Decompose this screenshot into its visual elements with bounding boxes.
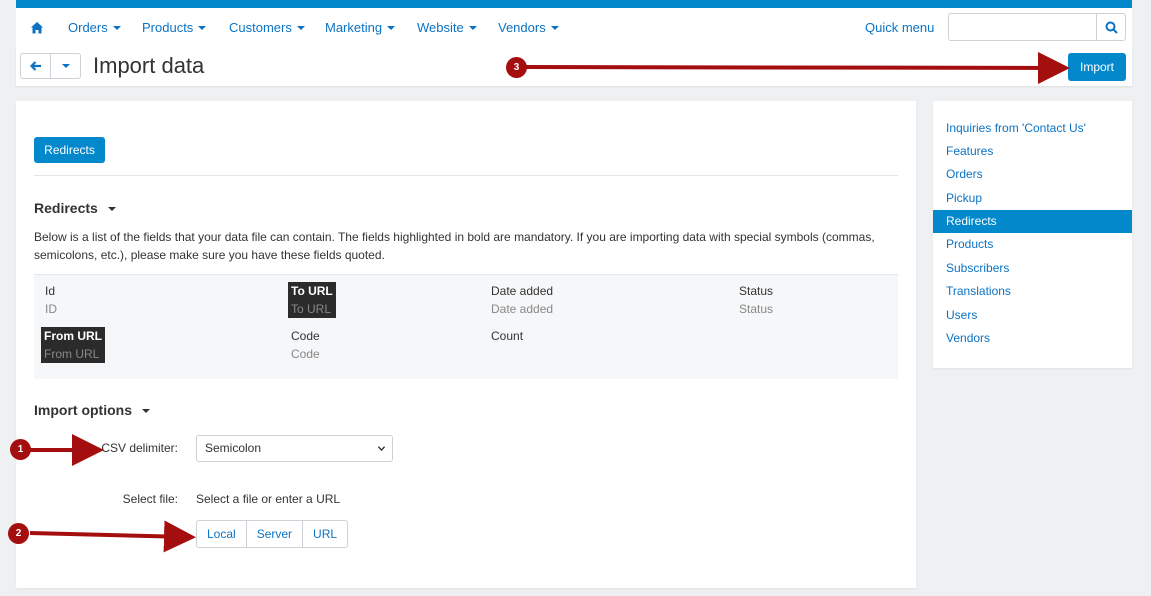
field-item-mandatory: To URL To URL: [288, 282, 336, 318]
annotation-marker-2: 2: [8, 523, 29, 544]
top-accent-strip: [16, 0, 1132, 8]
nav-website-label: Website: [417, 20, 464, 35]
caret-down-icon: [198, 26, 207, 30]
field-name: Date added: [491, 284, 554, 298]
field-sub: Status: [739, 302, 774, 316]
caret-down-icon: [142, 409, 150, 413]
sidebar-item-users[interactable]: Users: [933, 304, 1132, 327]
import-options-toggle[interactable]: Import options: [34, 402, 150, 418]
sidebar-item-products[interactable]: Products: [933, 233, 1132, 256]
field-name: Count: [491, 329, 524, 343]
top-nav-bar: Orders Products Customers Marketing Webs…: [16, 8, 1132, 49]
field-sub: ID: [45, 302, 57, 316]
nav-customers[interactable]: Customers: [229, 20, 305, 35]
chevron-down-icon: [378, 446, 385, 452]
nav-marketing[interactable]: Marketing: [325, 20, 396, 35]
field-item: Code Code: [291, 327, 320, 363]
nav-customers-label: Customers: [229, 20, 292, 35]
caret-down-icon: [61, 64, 70, 68]
field-item-mandatory: From URL From URL: [41, 327, 105, 363]
nav-products[interactable]: Products: [142, 20, 207, 35]
url-button[interactable]: URL: [302, 520, 349, 548]
fields-description: Below is a list of the fields that your …: [34, 230, 875, 262]
main-panel: Redirects Redirects Below is a list of t…: [16, 101, 916, 588]
sidebar-item-features[interactable]: Features: [933, 140, 1132, 163]
sidebar: Inquiries from 'Contact Us' Features Ord…: [933, 101, 1132, 368]
csv-delimiter-value: Semicolon: [205, 441, 262, 455]
field-item: Status Status: [739, 282, 773, 318]
page-title: Import data: [93, 53, 205, 78]
fields-section-toggle[interactable]: Redirects: [34, 200, 116, 216]
caret-down-icon: [387, 26, 396, 30]
field-sub: Date added: [491, 302, 554, 316]
import-options-title: Import options: [34, 402, 132, 418]
sidebar-item-subscribers[interactable]: Subscribers: [933, 257, 1132, 280]
field-name: Code: [291, 329, 320, 343]
field-name: To URL: [291, 284, 333, 298]
caret-down-icon: [296, 26, 305, 30]
annotation-marker-3: 3: [506, 57, 527, 78]
local-button[interactable]: Local: [196, 520, 247, 548]
quick-menu-link[interactable]: Quick menu: [865, 20, 934, 35]
file-source-buttons: Local Server URL: [196, 520, 349, 548]
divider: [34, 175, 898, 176]
sidebar-item-redirects[interactable]: Redirects: [933, 210, 1132, 233]
nav-vendors-label: Vendors: [498, 20, 546, 35]
back-button[interactable]: [20, 53, 51, 79]
caret-down-icon: [550, 26, 559, 30]
field-sub: Code: [291, 347, 320, 361]
nav-website[interactable]: Website: [417, 20, 477, 35]
field-name: Status: [739, 284, 774, 298]
nav-vendors[interactable]: Vendors: [498, 20, 559, 35]
home-icon[interactable]: [30, 21, 44, 35]
select-file-label: Select file:: [122, 492, 178, 506]
field-sub: To URL: [291, 302, 332, 316]
sidebar-item-vendors[interactable]: Vendors: [933, 327, 1132, 350]
nav-orders-label: Orders: [68, 20, 108, 35]
search-icon: [1105, 21, 1118, 34]
import-button[interactable]: Import: [1068, 53, 1126, 81]
caret-down-icon: [468, 26, 477, 30]
field-name: Id: [45, 284, 56, 298]
server-button[interactable]: Server: [245, 520, 304, 548]
csv-delimiter-select[interactable]: Semicolon: [196, 435, 393, 462]
sidebar-item-orders[interactable]: Orders: [933, 163, 1132, 186]
field-item: Count: [491, 327, 523, 345]
field-name: From URL: [44, 329, 102, 343]
csv-delimiter-label: CSV delimiter:: [101, 441, 178, 455]
caret-down-icon: [107, 207, 116, 211]
tab-redirects[interactable]: Redirects: [34, 137, 105, 163]
field-item: Id ID: [45, 282, 57, 318]
mandatory-badge: From URL From URL: [41, 327, 105, 363]
field-sub: From URL: [44, 347, 100, 361]
nav-products-label: Products: [142, 20, 194, 35]
sidebar-item-pickup[interactable]: Pickup: [933, 187, 1132, 210]
history-dropdown-button[interactable]: [50, 53, 81, 79]
sidebar-item-translations[interactable]: Translations: [933, 280, 1132, 303]
annotation-marker-1: 1: [10, 439, 31, 460]
fields-section-title: Redirects: [34, 200, 98, 216]
field-item: Date added Date added: [491, 282, 553, 318]
nav-marketing-label: Marketing: [325, 20, 383, 35]
caret-down-icon: [112, 26, 121, 30]
selected-file-text: Select a file or enter a URL: [196, 492, 341, 506]
nav-orders[interactable]: Orders: [68, 20, 121, 35]
mandatory-badge: To URL To URL: [288, 282, 336, 318]
page-header: Import data Import: [16, 48, 1132, 86]
fields-table: Id ID To URL To URL Date added Date adde…: [34, 274, 898, 379]
arrow-left-icon: [29, 61, 41, 71]
search-button[interactable]: [1096, 13, 1126, 41]
sidebar-item-inquiries[interactable]: Inquiries from 'Contact Us': [933, 117, 1132, 140]
